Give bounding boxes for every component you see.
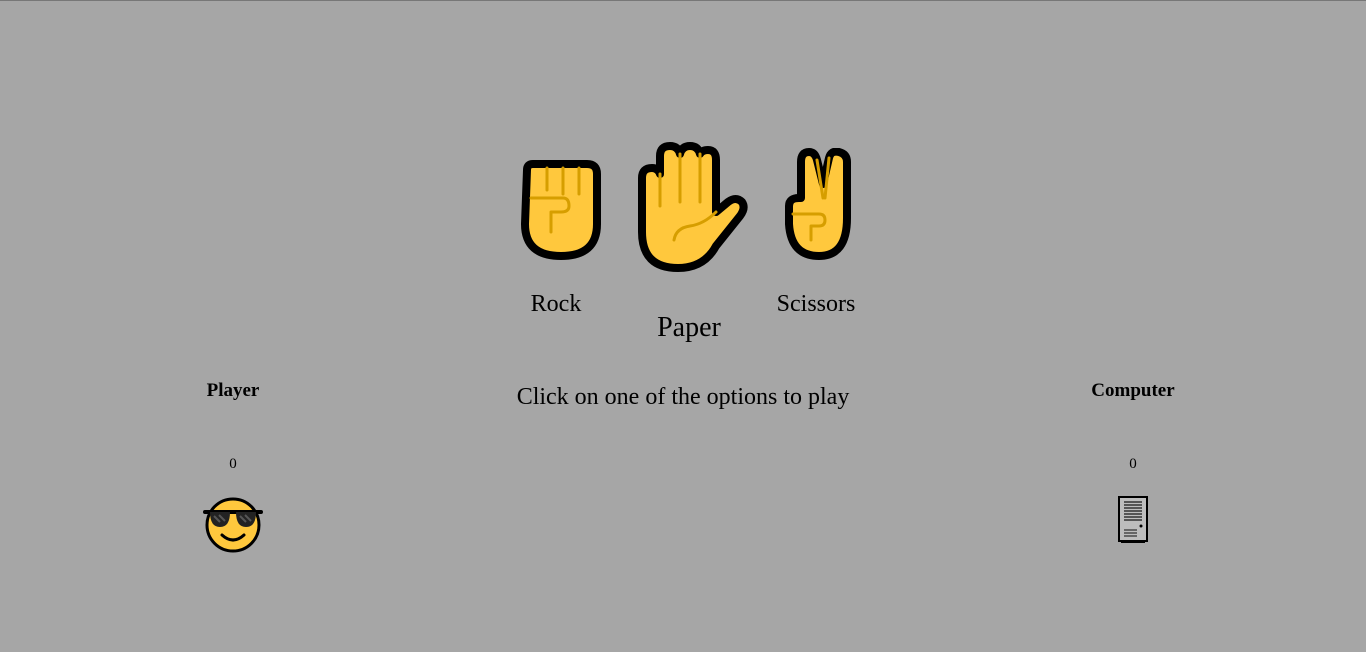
player-score: 0 [229, 456, 237, 472]
computer-name: Computer [1091, 380, 1175, 401]
scissors-option[interactable]: Scissors [765, 148, 867, 316]
raised-fist-icon[interactable] [511, 158, 601, 262]
paper-label[interactable]: Paper [657, 314, 721, 342]
computer-score: 0 [1129, 456, 1137, 472]
rock-option[interactable]: Rock [505, 158, 607, 316]
player-avatar [133, 495, 333, 560]
sunglasses-face-icon [203, 495, 263, 560]
player-name: Player [206, 380, 260, 401]
computer-avatar [1033, 495, 1233, 550]
computer-panel: Computer 0 [1033, 380, 1233, 550]
victory-hand-icon[interactable] [779, 148, 853, 262]
rock-label[interactable]: Rock [531, 292, 582, 316]
raised-hand-icon[interactable] [630, 140, 748, 276]
scissors-label[interactable]: Scissors [777, 292, 856, 316]
top-border [0, 0, 1366, 1]
desktop-computer-icon [1117, 495, 1149, 550]
paper-option[interactable]: Paper [630, 140, 748, 342]
player-panel: Player 0 [133, 380, 333, 560]
